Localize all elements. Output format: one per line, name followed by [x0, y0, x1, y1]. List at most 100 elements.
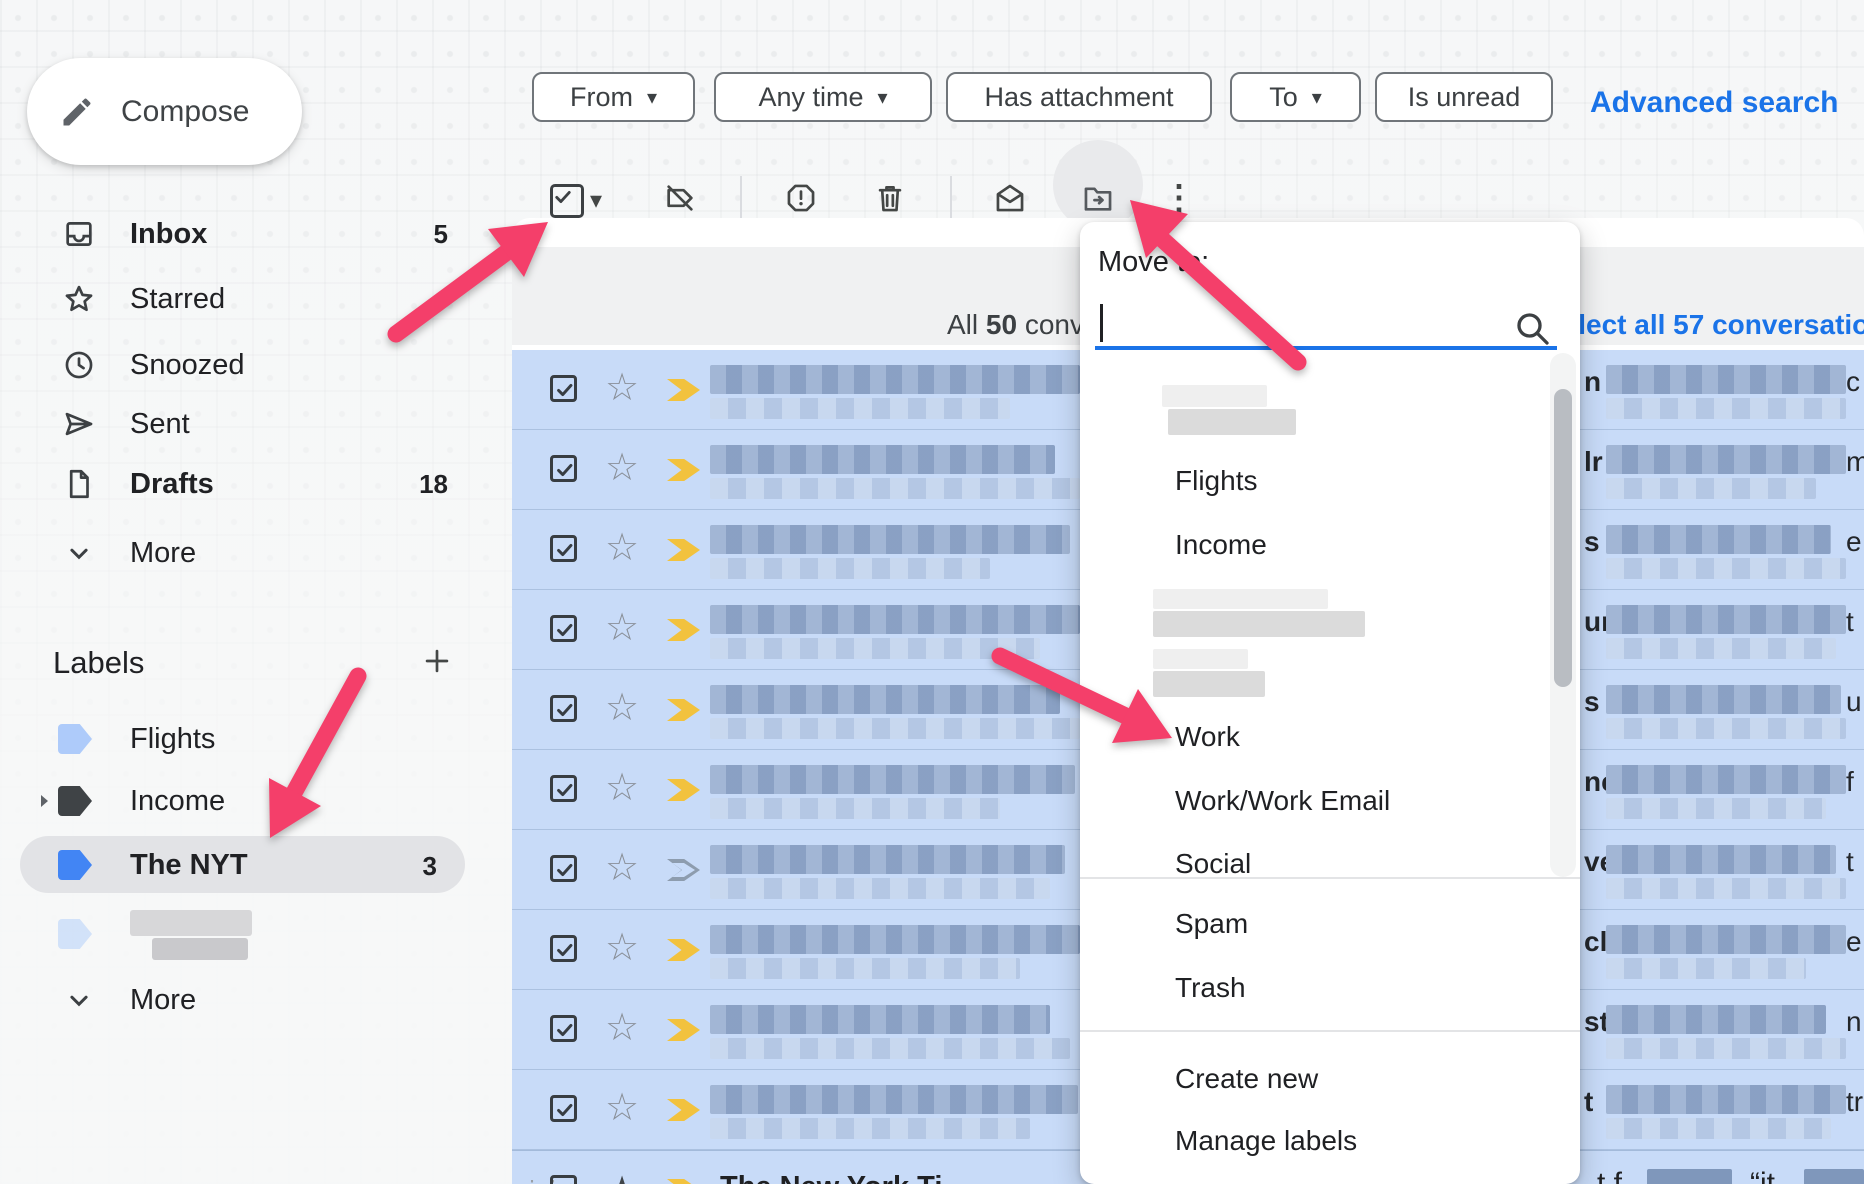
compose-button[interactable]: Compose — [27, 58, 302, 165]
pencil-icon — [59, 94, 95, 130]
redacted-snippet — [1606, 638, 1836, 659]
importance-marker-icon[interactable] — [667, 459, 700, 481]
subject-fragment: t — [1846, 606, 1854, 638]
importance-marker-icon[interactable] — [667, 619, 700, 641]
row-checkbox[interactable] — [550, 535, 577, 562]
row-checkbox[interactable] — [550, 1095, 577, 1122]
row-checkbox[interactable] — [550, 375, 577, 402]
redacted-subject — [1804, 1169, 1864, 1184]
sender-fragment: n — [1584, 366, 1601, 398]
move-to-search-input[interactable] — [1095, 300, 1515, 346]
importance-marker-icon[interactable] — [667, 699, 700, 721]
menu-item-trash[interactable]: Trash — [1175, 972, 1246, 1004]
importance-marker-outline-icon[interactable] — [667, 859, 700, 881]
row-checkbox[interactable] — [550, 695, 577, 722]
filter-chip-is-unread[interactable]: Is unread — [1375, 72, 1553, 122]
search-icon[interactable] — [1512, 308, 1552, 348]
compose-label: Compose — [121, 95, 249, 129]
star-icon[interactable]: ☆ — [605, 846, 639, 890]
star-icon[interactable]: ☆ — [605, 926, 639, 970]
star-icon[interactable]: ☆ — [605, 686, 639, 730]
sidebar-label-income[interactable]: Income — [40, 771, 460, 831]
redacted-preview — [710, 398, 1010, 419]
redacted-menu-item[interactable] — [1162, 385, 1267, 407]
importance-marker-icon[interactable] — [667, 939, 700, 961]
importance-marker-icon[interactable] — [667, 779, 700, 801]
remove-label-icon[interactable] — [663, 181, 697, 215]
sidebar-label-flights[interactable]: Flights — [40, 709, 460, 769]
check-icon — [554, 539, 576, 561]
redacted-menu-item[interactable] — [1153, 611, 1365, 637]
filter-chip-any-time[interactable]: Any time▾ — [714, 72, 932, 122]
select-dropdown-caret-icon[interactable]: ▾ — [590, 186, 602, 215]
sidebar-item-drafts[interactable]: Drafts 18 — [40, 454, 460, 514]
redacted-menu-item[interactable] — [1153, 589, 1328, 609]
row-checkbox[interactable] — [550, 615, 577, 642]
star-icon[interactable]: ☆ — [605, 446, 639, 490]
importance-marker-icon[interactable] — [667, 1099, 700, 1121]
menu-item-flights[interactable]: Flights — [1175, 465, 1257, 497]
redacted-menu-item[interactable] — [1168, 409, 1296, 435]
star-icon[interactable]: ☆ — [605, 526, 639, 570]
importance-marker-icon[interactable] — [667, 1019, 700, 1041]
delete-icon[interactable] — [873, 181, 907, 215]
row-checkbox[interactable] — [550, 1015, 577, 1042]
sidebar-item-label: Sent — [130, 408, 190, 441]
expand-right-icon[interactable] — [32, 789, 56, 813]
sidebar-item-sent[interactable]: Sent — [40, 394, 460, 454]
sidebar-item-inbox[interactable]: Inbox 5 — [40, 204, 460, 264]
subject-fragment: tr — [1846, 1086, 1863, 1118]
sidebar-label-the-nyt[interactable]: The NYT 3 — [20, 836, 465, 893]
star-filled-icon[interactable]: ★ — [605, 1169, 639, 1184]
importance-marker-icon[interactable] — [667, 379, 700, 401]
row-checkbox[interactable] — [550, 775, 577, 802]
more-options-icon[interactable]: ⋮ — [1162, 178, 1196, 218]
plus-icon[interactable] — [420, 644, 454, 678]
inbox-icon — [62, 217, 96, 251]
sidebar-item-more[interactable]: More — [40, 523, 460, 583]
select-all-conversations-link[interactable]: Select all 57 conversations — [1544, 309, 1864, 341]
menu-item-social[interactable]: Social — [1175, 848, 1251, 877]
sidebar-labels-more[interactable]: More — [40, 970, 460, 1030]
sidebar-label-redacted[interactable] — [40, 904, 460, 964]
check-icon — [554, 379, 576, 401]
advanced-search-link[interactable]: Advanced search — [1590, 86, 1838, 120]
move-to-icon[interactable] — [1081, 181, 1115, 215]
mark-as-read-icon[interactable] — [993, 181, 1027, 215]
menu-item-create-new[interactable]: Create new — [1175, 1063, 1318, 1095]
redacted-menu-item[interactable] — [1153, 649, 1248, 669]
filter-chip-to[interactable]: To▾ — [1230, 72, 1361, 122]
sidebar-item-snoozed[interactable]: Snoozed — [40, 335, 460, 395]
redacted-subject — [1606, 685, 1841, 714]
star-icon[interactable]: ☆ — [605, 1006, 639, 1050]
redacted-subject — [1606, 925, 1846, 954]
menu-item-work[interactable]: Work — [1175, 721, 1240, 753]
redacted-label-text — [130, 910, 252, 936]
menu-item-manage-labels[interactable]: Manage labels — [1175, 1125, 1357, 1157]
filter-chip-has-attachment[interactable]: Has attachment — [946, 72, 1212, 122]
redacted-menu-item[interactable] — [1153, 671, 1265, 697]
select-all-checkbox[interactable] — [550, 184, 584, 218]
menu-item-work-work-email[interactable]: Work/Work Email — [1175, 785, 1390, 817]
filter-chip-from[interactable]: From▾ — [532, 72, 695, 122]
star-icon[interactable]: ☆ — [605, 1086, 639, 1130]
importance-marker-icon[interactable] — [667, 1179, 700, 1184]
menu-item-income[interactable]: Income — [1175, 529, 1267, 561]
check-icon — [553, 187, 573, 207]
row-checkbox[interactable] — [550, 455, 577, 482]
star-icon[interactable]: ☆ — [605, 606, 639, 650]
star-icon[interactable]: ☆ — [605, 366, 639, 410]
row-checkbox[interactable] — [550, 935, 577, 962]
drag-handle-icon[interactable]: ⋮⋮ — [522, 1175, 542, 1184]
inbox-count: 5 — [434, 219, 448, 250]
subject-fragment: f — [1846, 766, 1854, 798]
importance-marker-icon[interactable] — [667, 539, 700, 561]
report-spam-icon[interactable] — [784, 181, 818, 215]
star-icon[interactable]: ☆ — [605, 766, 639, 810]
caret-down-icon: ▾ — [878, 85, 888, 110]
sidebar-item-starred[interactable]: Starred — [40, 269, 460, 329]
popup-scrollbar-thumb[interactable] — [1554, 389, 1572, 687]
menu-item-spam[interactable]: Spam — [1175, 908, 1248, 940]
row-checkbox[interactable] — [550, 1175, 577, 1184]
row-checkbox[interactable] — [550, 855, 577, 882]
